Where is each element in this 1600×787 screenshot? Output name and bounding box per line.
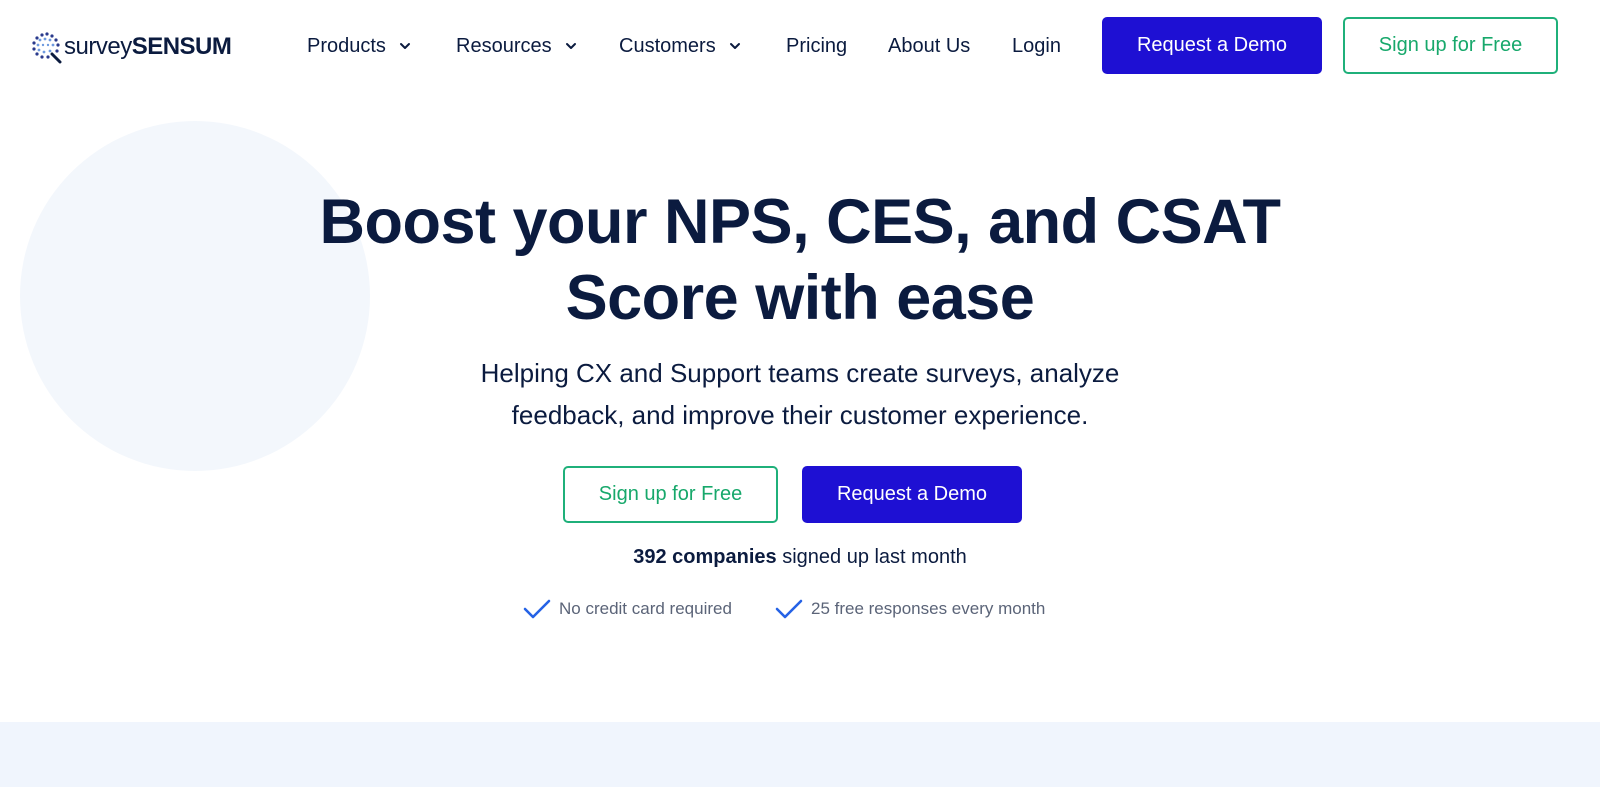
feature-label: 25 free responses every month: [811, 599, 1046, 618]
hero-signup-button[interactable]: Sign up for Free: [563, 466, 778, 523]
social-proof-rest: signed up last month: [776, 546, 967, 568]
checkmark-icon: [523, 599, 551, 619]
chevron-down-icon: [399, 43, 410, 49]
hero-request-demo-button[interactable]: Request a Demo: [802, 466, 1022, 523]
social-proof-text: 392 companies signed up last month: [400, 546, 1200, 569]
social-proof-count: 392 companies: [633, 546, 777, 568]
nav-login[interactable]: Login: [1012, 34, 1061, 58]
nav-about-us[interactable]: About Us: [888, 34, 970, 58]
header-request-demo-button[interactable]: Request a Demo: [1102, 17, 1322, 74]
hero-title: Boost your NPS, CES, and CSAT Score with…: [250, 184, 1350, 336]
nav-customers-label: Customers: [619, 34, 716, 57]
hero-subtitle: Helping CX and Support teams create surv…: [400, 352, 1200, 436]
chevron-down-icon: [565, 43, 576, 49]
nav-resources-label: Resources: [456, 34, 552, 57]
nav-customers[interactable]: Customers: [619, 34, 742, 58]
hero-subtitle-line-1: Helping CX and Support teams create surv…: [480, 358, 1120, 388]
chevron-down-icon: [729, 43, 740, 49]
main-nav: Products Resources Customers Pricing Abo…: [0, 0, 1600, 92]
next-section-band: [0, 722, 1600, 787]
nav-products[interactable]: Products: [307, 34, 412, 58]
nav-resources[interactable]: Resources: [456, 34, 578, 58]
feature-label: No credit card required: [559, 599, 732, 618]
feature-free-responses: 25 free responses every month: [775, 596, 1045, 622]
hero-subtitle-line-2: feedback, and improve their customer exp…: [511, 400, 1089, 430]
site-header: surveySENSUM Products Resources Customer…: [0, 0, 1600, 92]
hero-title-line-2: Score with ease: [565, 263, 1035, 333]
nav-products-label: Products: [307, 34, 386, 57]
page: surveySENSUM Products Resources Customer…: [0, 0, 1600, 787]
feature-no-credit-card: No credit card required: [523, 596, 732, 622]
nav-pricing[interactable]: Pricing: [786, 34, 847, 58]
header-signup-button[interactable]: Sign up for Free: [1343, 17, 1558, 74]
hero-title-line-1: Boost your NPS, CES, and CSAT: [319, 187, 1281, 257]
checkmark-icon: [775, 599, 803, 619]
